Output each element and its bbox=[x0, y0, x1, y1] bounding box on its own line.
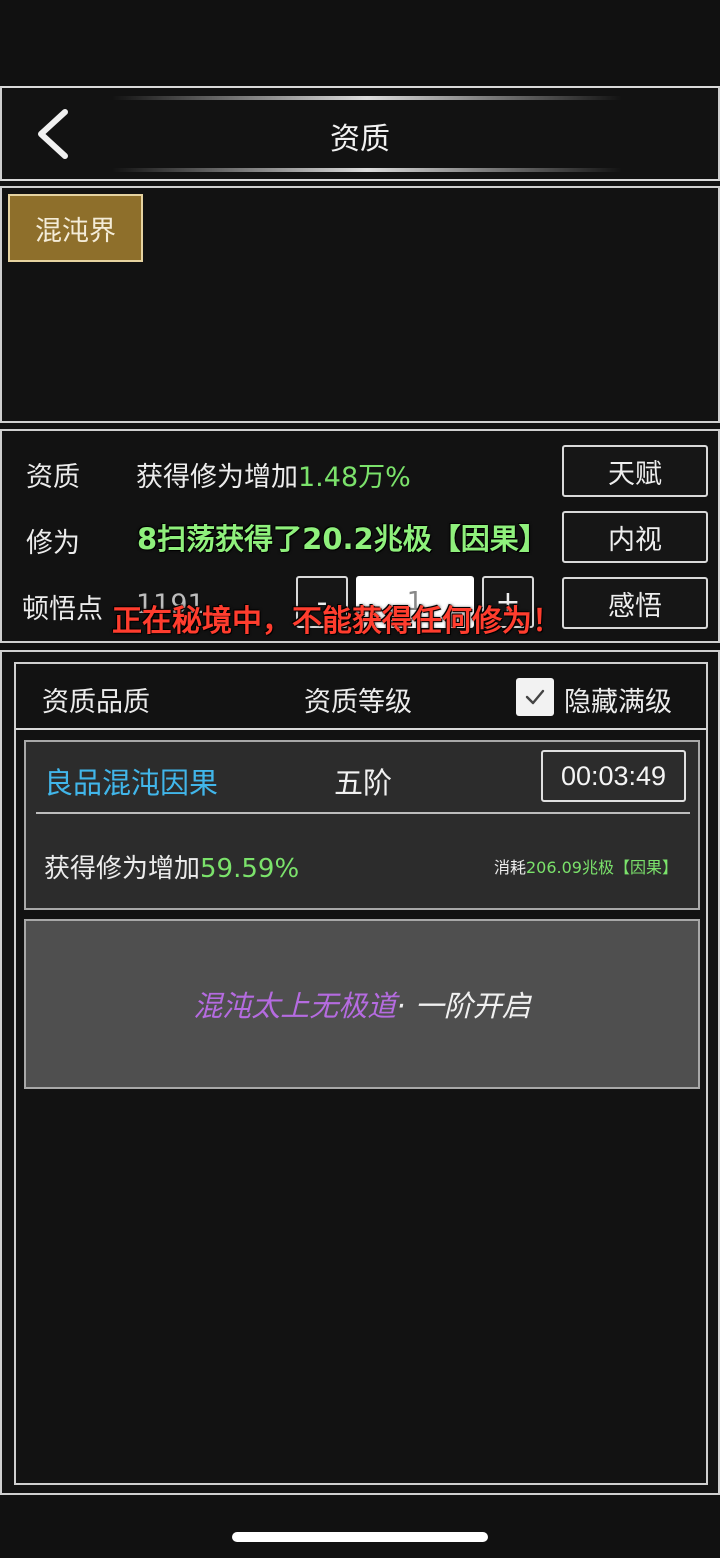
aptitude-list: 资质品质 资质等级 隐藏满级 良品混沌因果 五阶 00:03:49 获得修为增加… bbox=[14, 662, 708, 1485]
aptitude-amount: 1.48万% bbox=[298, 462, 411, 493]
list-item[interactable]: 良品混沌因果 五阶 00:03:49 获得修为增加59.59% 消耗206.09… bbox=[24, 740, 700, 910]
warning-toast: 正在秘境中，不能获得任何修为！ bbox=[112, 604, 562, 639]
list-header: 资质品质 资质等级 隐藏满级 bbox=[16, 664, 706, 730]
cultivation-label: 修为 bbox=[26, 528, 80, 559]
item-cost-suffix: 【因果】 bbox=[613, 858, 678, 877]
header-bar: 资质 bbox=[0, 86, 720, 181]
inner-view-button[interactable]: 内视 bbox=[562, 511, 708, 563]
insight-label: 顿悟点 bbox=[22, 594, 103, 625]
item-cost-value: 206.09兆极 bbox=[525, 858, 614, 877]
aptitude-list-panel: 资质品质 资质等级 隐藏满级 良品混沌因果 五阶 00:03:49 获得修为增加… bbox=[0, 650, 720, 1495]
tab-chaos-realm[interactable]: 混沌界 bbox=[8, 194, 143, 262]
stats-panel: 资质 获得修为增加1.48万% 修为 顿悟点 1191 - + 天赋 内视 感悟… bbox=[0, 429, 720, 643]
sweep-toast: 8扫荡获得了20.2兆极【因果】 bbox=[137, 522, 548, 556]
check-icon bbox=[525, 689, 545, 705]
item-cost-prefix: 消耗 bbox=[493, 858, 526, 877]
page-title: 资质 bbox=[330, 122, 390, 157]
header-decoration-bottom bbox=[112, 168, 622, 172]
col-level: 资质等级 bbox=[304, 687, 412, 718]
aptitude-value: 获得修为增加1.48万% bbox=[136, 455, 411, 494]
aptitude-prefix: 获得修为增加 bbox=[136, 462, 298, 493]
item-divider bbox=[36, 812, 690, 814]
status-bar bbox=[0, 0, 720, 86]
next-unlock-name: 混沌太上无极道 bbox=[193, 989, 397, 1023]
col-quality: 资质品质 bbox=[42, 687, 150, 718]
item-effect-prefix: 获得修为增加 bbox=[44, 854, 201, 884]
comprehend-button[interactable]: 感悟 bbox=[562, 577, 708, 629]
header-decoration-top bbox=[112, 96, 622, 100]
next-unlock-suffix: · 一阶开启 bbox=[396, 989, 531, 1023]
item-cost: 消耗206.09兆极【因果】 bbox=[494, 854, 678, 878]
talent-button[interactable]: 天赋 bbox=[562, 445, 708, 497]
home-indicator[interactable] bbox=[232, 1532, 488, 1542]
item-tier: 五阶 bbox=[334, 766, 393, 800]
aptitude-label: 资质 bbox=[26, 462, 80, 493]
item-effect: 获得修为增加59.59% bbox=[44, 848, 299, 885]
hide-max-checkbox[interactable] bbox=[516, 678, 554, 716]
item-name: 良品混沌因果 bbox=[44, 766, 219, 800]
next-unlock-card: 混沌太上无极道 · 一阶开启 bbox=[24, 919, 700, 1089]
realm-panel: 混沌界 bbox=[0, 186, 720, 423]
item-effect-value: 59.59% bbox=[200, 854, 300, 884]
item-timer: 00:03:49 bbox=[541, 750, 686, 802]
hide-max-label[interactable]: 隐藏满级 bbox=[564, 680, 672, 719]
